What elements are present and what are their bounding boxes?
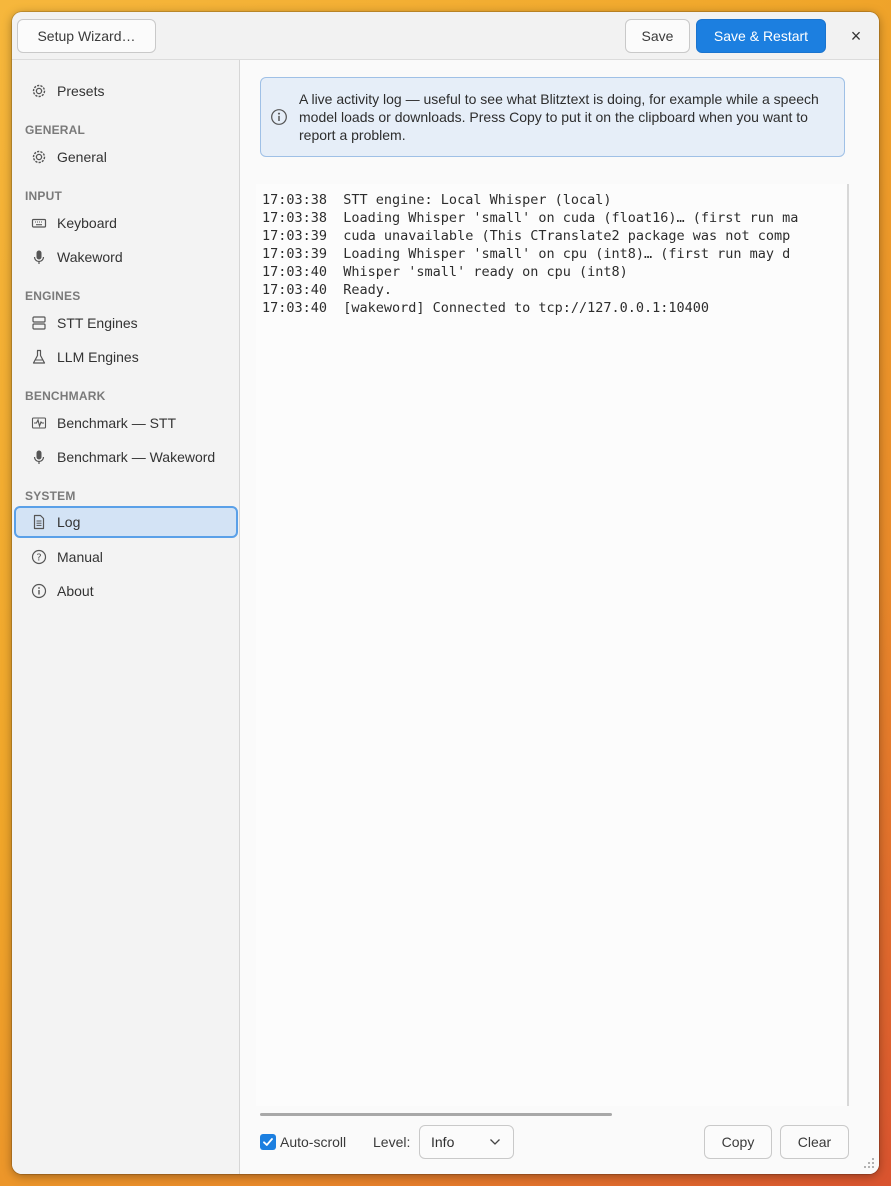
level-label: Level: [373,1134,411,1150]
clear-button[interactable]: Clear [780,1125,849,1159]
section-title-system: SYSTEM [25,489,76,503]
gear-icon [30,82,48,100]
sidebar-item-wakeword[interactable]: Wakeword [14,241,238,273]
gear-icon [30,148,48,166]
sidebar-item-benchmark-wakeword[interactable]: Benchmark — Wakeword [14,441,238,473]
sidebar-item-llm-engines[interactable]: LLM Engines [14,341,238,373]
info-banner-text: A live activity log — useful to see what… [299,91,819,143]
sidebar: Presets GENERAL General INPUT Keyboard W… [12,60,240,1174]
sidebar-item-label: Benchmark — Wakeword [57,449,216,465]
log-line: 17:03:39 Loading Whisper 'small' on cpu … [262,246,791,262]
sidebar-item-label: Keyboard [57,215,117,231]
level-select[interactable]: Info [419,1125,514,1159]
section-title-input: INPUT [25,189,62,203]
sidebar-item-label: Presets [57,83,105,99]
info-icon [30,582,48,600]
sidebar-item-label: Wakeword [57,249,123,265]
autoscroll-checkbox[interactable] [260,1134,276,1150]
section-title-general: GENERAL [25,123,86,137]
sidebar-item-about[interactable]: About [14,575,238,607]
vertical-scrollbar[interactable] [847,184,849,1106]
save-restart-button[interactable]: Save & Restart [696,19,826,53]
sidebar-item-presets[interactable]: Presets [14,75,238,107]
sidebar-item-log[interactable]: Log [14,506,238,538]
settings-window: Setup Wizard… Save Save & Restart × Pres… [12,12,879,1174]
svg-text:?: ? [36,553,41,564]
sidebar-item-label: About [57,583,94,599]
chevron-down-icon [490,1139,500,1145]
setup-wizard-button[interactable]: Setup Wizard… [17,19,156,53]
info-icon [270,108,288,129]
save-button[interactable]: Save [625,19,690,53]
log-line: 17:03:40 Ready. [262,282,393,298]
sidebar-item-label: Benchmark — STT [57,415,177,431]
log-line: 17:03:39 cuda unavailable (This CTransla… [262,228,791,244]
flask-icon [30,348,48,366]
sidebar-item-label: General [57,149,107,165]
microphone-icon [30,448,48,466]
keyboard-icon [30,214,48,232]
sidebar-item-general[interactable]: General [14,141,238,173]
sidebar-item-benchmark-stt[interactable]: Benchmark — STT [14,407,238,439]
log-line: 17:03:38 Loading Whisper 'small' on cuda… [262,210,799,226]
titlebar: Setup Wizard… Save Save & Restart × [12,12,879,60]
sidebar-item-label: LLM Engines [57,349,139,365]
waveform-icon [30,414,48,432]
log-line: 17:03:40 Whisper 'small' ready on cpu (i… [262,264,628,280]
server-icon [30,314,48,332]
horizontal-scrollbar[interactable] [260,1113,612,1116]
microphone-icon [30,248,48,266]
log-page: A live activity log — useful to see what… [241,60,879,1174]
log-line: 17:03:40 [wakeword] Connected to tcp://1… [262,300,710,316]
sidebar-item-manual[interactable]: ? Manual [14,541,238,573]
log-output[interactable]: 17:03:38 STT engine: Local Whisper (loca… [256,184,849,1106]
copy-button[interactable]: Copy [704,1125,772,1159]
sidebar-item-keyboard[interactable]: Keyboard [14,207,238,239]
sidebar-item-label: STT Engines [57,315,138,331]
info-banner: A live activity log — useful to see what… [260,77,845,157]
checkmark-icon [263,1138,273,1146]
close-button[interactable]: × [844,24,868,48]
section-title-benchmark: BENCHMARK [25,389,106,403]
level-select-value: Info [431,1134,455,1150]
autoscroll-label[interactable]: Auto-scroll [280,1134,346,1150]
section-title-engines: ENGINES [25,289,81,303]
sidebar-item-stt-engines[interactable]: STT Engines [14,307,238,339]
sidebar-item-label: Manual [57,549,103,565]
sidebar-item-label: Log [57,514,81,530]
document-icon [30,513,48,531]
log-line: 17:03:38 STT engine: Local Whisper (loca… [262,192,612,208]
resize-grip-icon[interactable] [863,1157,875,1170]
help-icon: ? [30,548,48,566]
